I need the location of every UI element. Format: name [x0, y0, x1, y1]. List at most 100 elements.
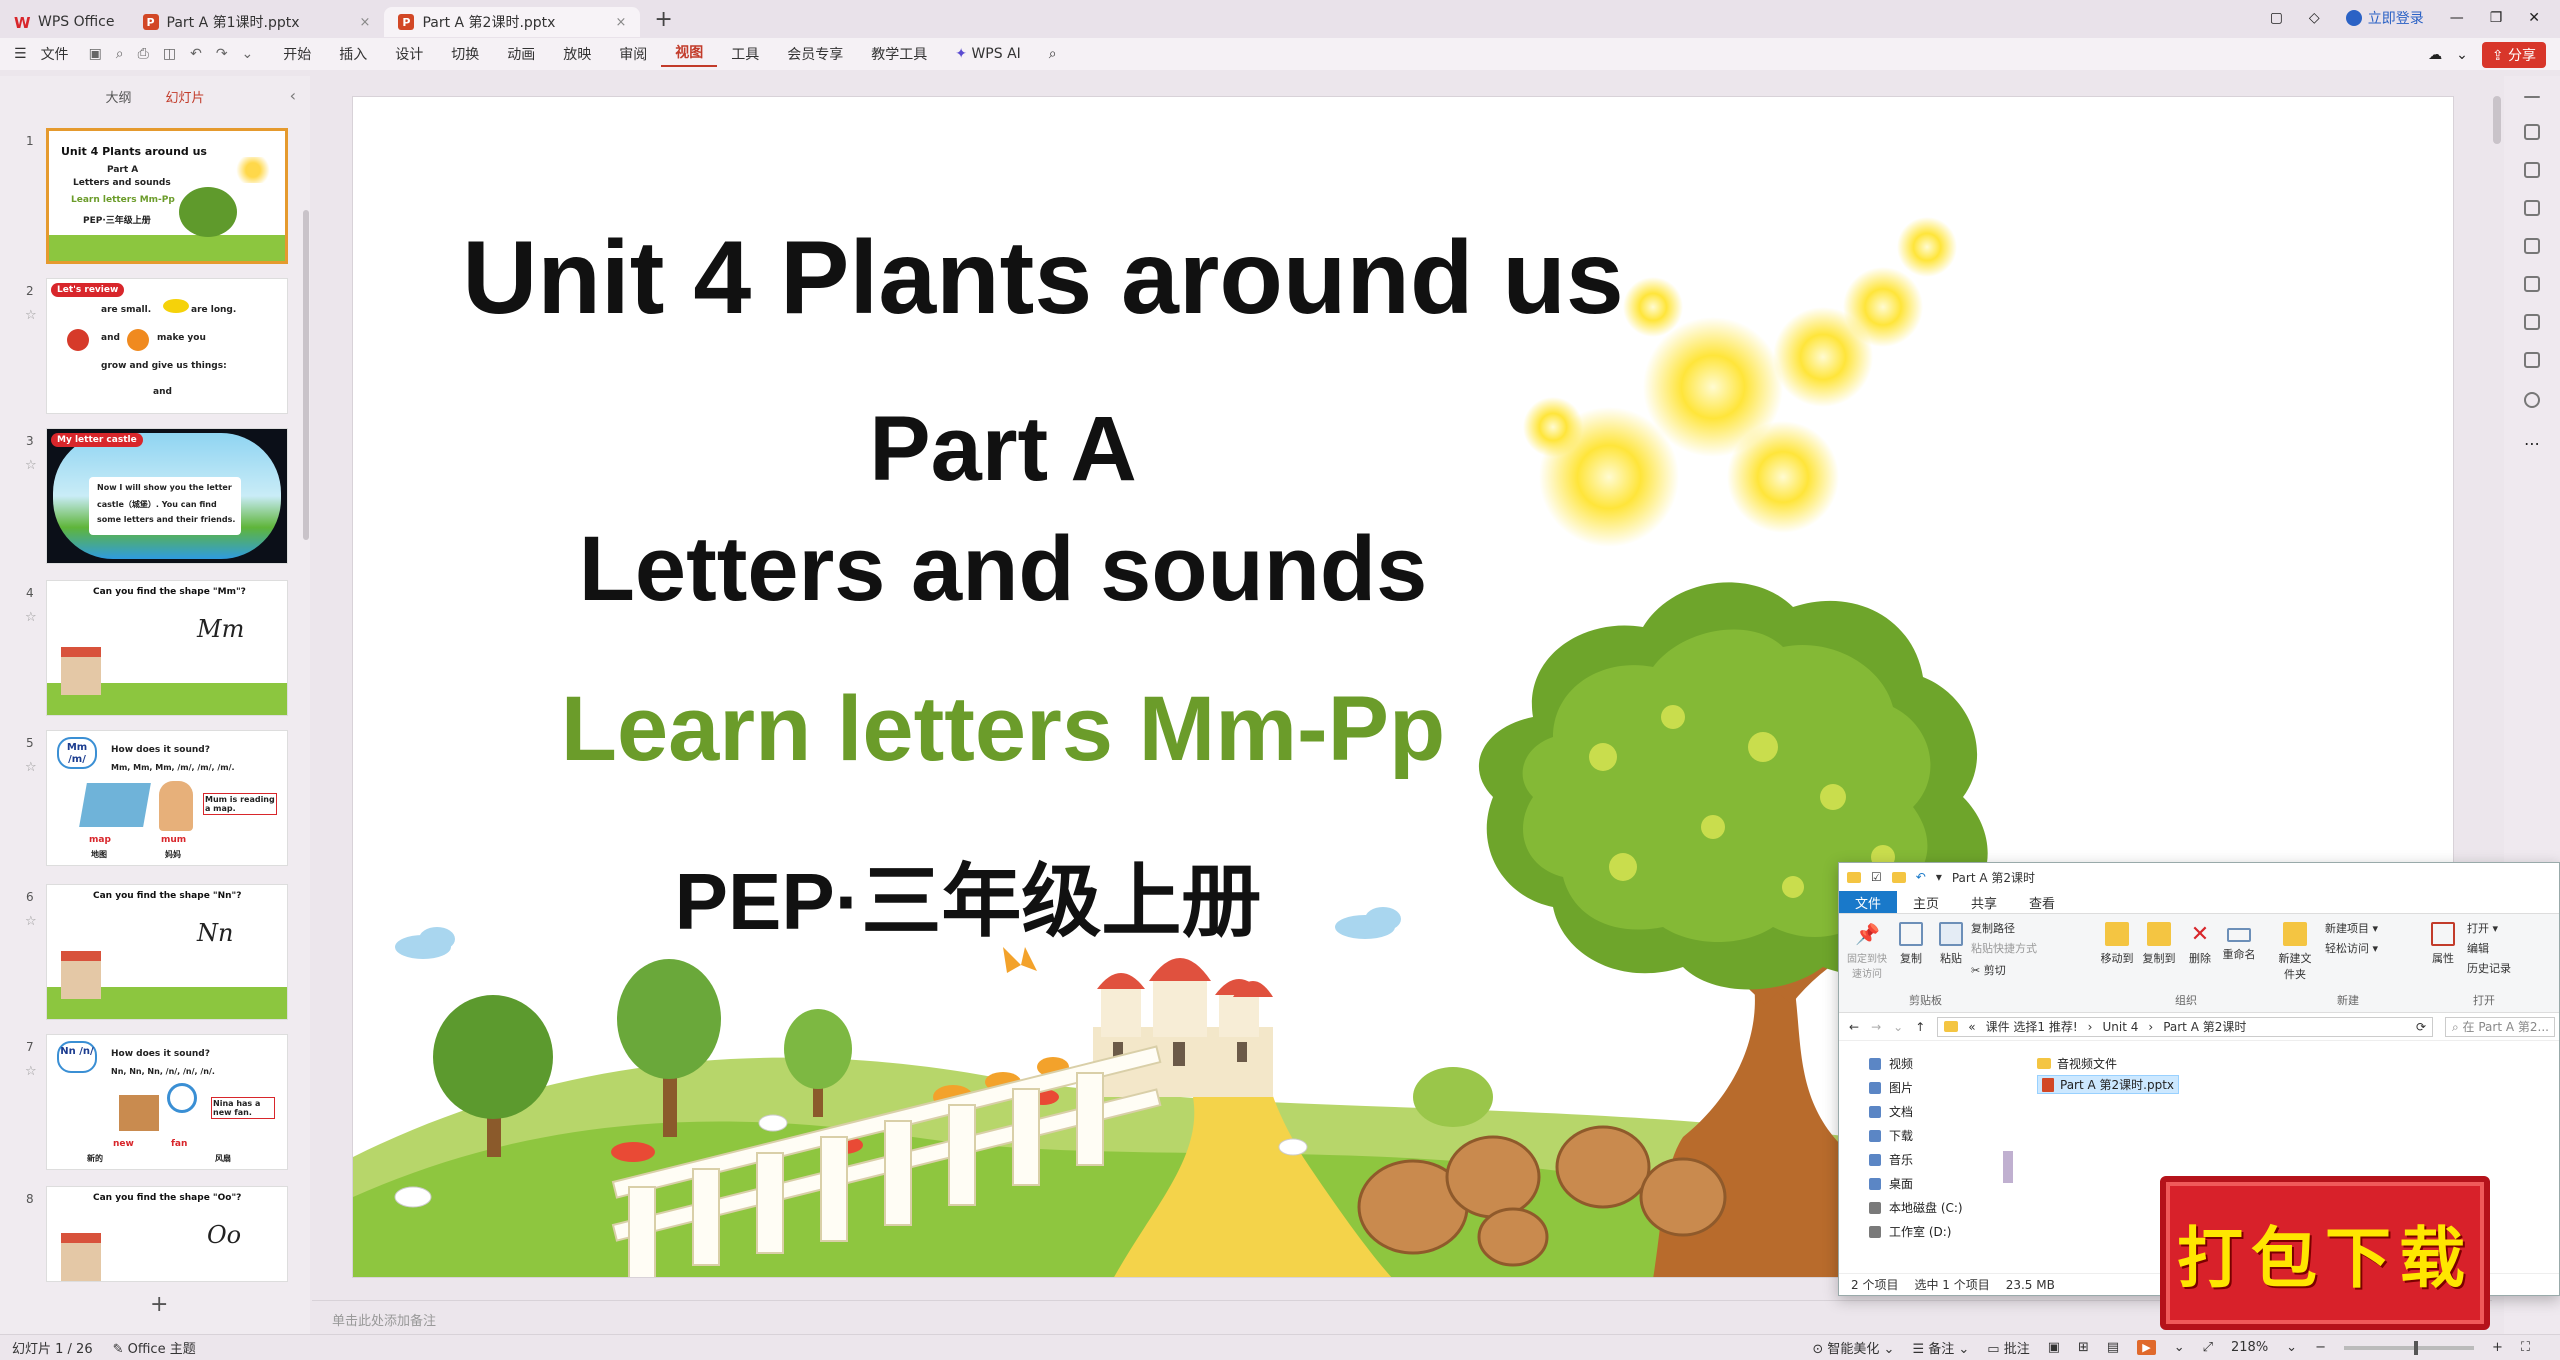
open-button[interactable]: 打开 ▾ [2467, 920, 2498, 936]
breadcrumb-item[interactable]: Unit 4 [2102, 1020, 2138, 1034]
explorer-search[interactable]: ⌕ 在 Part A 第2... [2445, 1016, 2555, 1037]
menu-insert[interactable]: 插入 [325, 44, 381, 64]
find-icon[interactable]: ⌕ [116, 46, 124, 62]
tab-wps-home[interactable]: W WPS Office [0, 7, 129, 37]
history-button[interactable]: 历史记录 [2467, 960, 2511, 976]
grid-view-icon[interactable]: ⊞ [2078, 1340, 2089, 1355]
nav-drive-c[interactable]: 本地磁盘 (C:) [1869, 1199, 1963, 1216]
copy-button[interactable]: 复制 [1895, 922, 1927, 966]
file-row-folder[interactable]: 音视频文件 [2037, 1055, 2117, 1072]
slide-thumbnail[interactable]: Can you find the shape "Nn"? Nn [46, 884, 288, 1020]
nav-desktop[interactable]: 桌面 [1869, 1175, 1913, 1192]
slide-title[interactable]: Unit 4 Plants around us [353, 219, 1733, 338]
play-icon[interactable]: ▶ [2137, 1340, 2156, 1355]
close-tab-icon[interactable]: × [615, 15, 626, 30]
tab-share[interactable]: 共享 [1955, 891, 2013, 914]
slide-thumbnail[interactable]: Unit 4 Plants around us Part A Letters a… [46, 128, 288, 264]
menu-teaching-tools[interactable]: 教学工具 [857, 44, 941, 64]
pin-button[interactable]: 📌 固定到快速访问 [1845, 922, 1889, 980]
copy-to-button[interactable]: 复制到 [2139, 922, 2179, 966]
settings-icon[interactable] [2524, 352, 2540, 368]
undo-icon[interactable]: ↶ [190, 46, 202, 62]
tab-doc-1[interactable]: P Part A 第1课时.pptx × [129, 7, 385, 37]
star-icon[interactable]: ☆ [25, 458, 37, 473]
notes-button[interactable]: ☰ 备注 ⌄ [1912, 1338, 1969, 1357]
delete-button[interactable]: ✕ 删除 [2185, 922, 2215, 966]
new-tab-icon[interactable]: + [654, 7, 672, 32]
reading-view-icon[interactable]: ▤ [2107, 1340, 2119, 1355]
chevron-down-icon[interactable]: ⌄ [242, 46, 254, 62]
zoom-slider[interactable] [2343, 1340, 2474, 1355]
slide-learn-letters[interactable]: Learn letters Mm-Pp [353, 677, 1653, 782]
move-to-button[interactable]: 移动到 [2097, 922, 2137, 966]
tab-file[interactable]: 文件 [1839, 890, 1898, 914]
vertical-scrollbar[interactable] [2493, 96, 2501, 144]
zoom-level[interactable]: 218% [2231, 1340, 2268, 1355]
minus-icon[interactable] [2524, 96, 2540, 98]
star-icon[interactable]: ☆ [25, 760, 37, 775]
edit-button[interactable]: 编辑 [2467, 940, 2489, 956]
chevron-down-icon[interactable]: ⌄ [1893, 1020, 1903, 1034]
forward-icon[interactable]: → [1871, 1020, 1881, 1034]
slide-thumbnail[interactable]: Mm /m/ How does it sound? Mm, Mm, Mm, /m… [46, 730, 288, 866]
login-button[interactable]: 立即登录 [2345, 8, 2424, 28]
share-button[interactable]: ⇪ 分享 [2481, 42, 2546, 68]
download-stamp[interactable]: 打包下载 [2160, 1176, 2490, 1330]
panel-scrollbar[interactable] [303, 210, 309, 540]
cloud-icon[interactable]: ☁ [2428, 47, 2442, 63]
tab-view[interactable]: 查看 [2013, 891, 2071, 914]
slide-thumbnail[interactable]: Nn /n/ How does it sound? Nn, Nn, Nn, /n… [46, 1034, 288, 1170]
up-icon[interactable]: ↑ [1915, 1020, 1925, 1034]
nav-music[interactable]: 音乐 [1869, 1151, 1913, 1168]
new-item-button[interactable]: 新建项目 ▾ [2325, 920, 2378, 936]
more-icon[interactable]: ⋯ [2524, 434, 2540, 453]
window-icon[interactable]: ▢ [2270, 10, 2283, 26]
redo-icon[interactable]: ↷ [216, 46, 228, 62]
rename-button[interactable]: 重命名 [2219, 922, 2259, 962]
menu-view[interactable]: 视图 [661, 42, 718, 67]
nav-drive-d[interactable]: 工作室 (D:) [1869, 1223, 1951, 1240]
tab-outline[interactable]: 大纲 [105, 87, 131, 106]
shape-icon[interactable] [2524, 124, 2540, 140]
image-icon[interactable] [2524, 238, 2540, 254]
properties-icon[interactable]: ☑ [1871, 870, 1882, 884]
menu-hamburger-icon[interactable]: ☰ [0, 46, 41, 62]
properties-button[interactable]: 属性 [2427, 922, 2459, 966]
undo-icon[interactable]: ↶ [1916, 870, 1926, 884]
slide-thumbnail[interactable]: Can you find the shape "Mm"? Mm [46, 580, 288, 716]
comments-button[interactable]: ▭ 批注 [1987, 1338, 2029, 1357]
nav-downloads[interactable]: 下载 [1869, 1127, 1913, 1144]
menu-review[interactable]: 审阅 [605, 44, 661, 64]
nav-pictures[interactable]: 图片 [1869, 1079, 1913, 1096]
menu-home[interactable]: 开始 [269, 44, 325, 64]
tab-home[interactable]: 主页 [1897, 891, 1955, 914]
normal-view-icon[interactable]: ▣ [2048, 1340, 2060, 1355]
nav-scrollbar[interactable] [2003, 1151, 2013, 1183]
help-icon[interactable] [2524, 392, 2540, 408]
theme-button[interactable]: ✎ Office 主题 [113, 1338, 196, 1357]
cube-icon[interactable]: ◇ [2309, 10, 2320, 26]
magic-icon[interactable] [2524, 276, 2540, 292]
slide-thumb-row[interactable]: 6 ☆ Can you find the shape "Nn"? Nn [0, 884, 300, 1020]
menu-member[interactable]: 会员专享 [773, 44, 857, 64]
new-folder-button[interactable]: 新建文件夹 [2275, 922, 2315, 982]
star-icon[interactable]: ☆ [25, 610, 37, 625]
slide-thumbnail[interactable]: Can you find the shape "Oo"? Oo [46, 1186, 288, 1282]
slide-thumb-row[interactable]: 1 Unit 4 Plants around us Part A Letters… [0, 128, 300, 264]
easy-access-button[interactable]: 轻松访问 ▾ [2325, 940, 2378, 956]
save-icon[interactable]: ▣ [89, 46, 102, 62]
star-icon[interactable]: ☆ [25, 1064, 37, 1079]
address-input[interactable]: « 课件 选择1 推荐! › Unit 4 › Part A 第2课时 ⟳ [1937, 1016, 2433, 1037]
nav-documents[interactable]: 文档 [1869, 1103, 1913, 1120]
slide-thumb-row[interactable]: 7 ☆ Nn /n/ How does it sound? Nn, Nn, Nn… [0, 1034, 300, 1170]
fullscreen-icon[interactable]: ⛶ [2521, 1340, 2530, 1355]
star-icon[interactable]: ☆ [25, 914, 37, 929]
slide-subtitle[interactable]: Letters and sounds [353, 517, 1653, 622]
chevron-left-icon[interactable]: ‹ [290, 86, 296, 105]
slide-thumb-row[interactable]: 4 ☆ Can you find the shape "Mm"? Mm [0, 580, 300, 716]
copy-path-button[interactable]: 复制路径 [1971, 920, 2015, 936]
file-row-pptx[interactable]: Part A 第2课时.pptx [2037, 1075, 2180, 1094]
layers-icon[interactable] [2524, 200, 2540, 216]
breadcrumb-item[interactable]: Part A 第2课时 [2163, 1018, 2246, 1035]
close-icon[interactable]: ✕ [2528, 10, 2540, 26]
